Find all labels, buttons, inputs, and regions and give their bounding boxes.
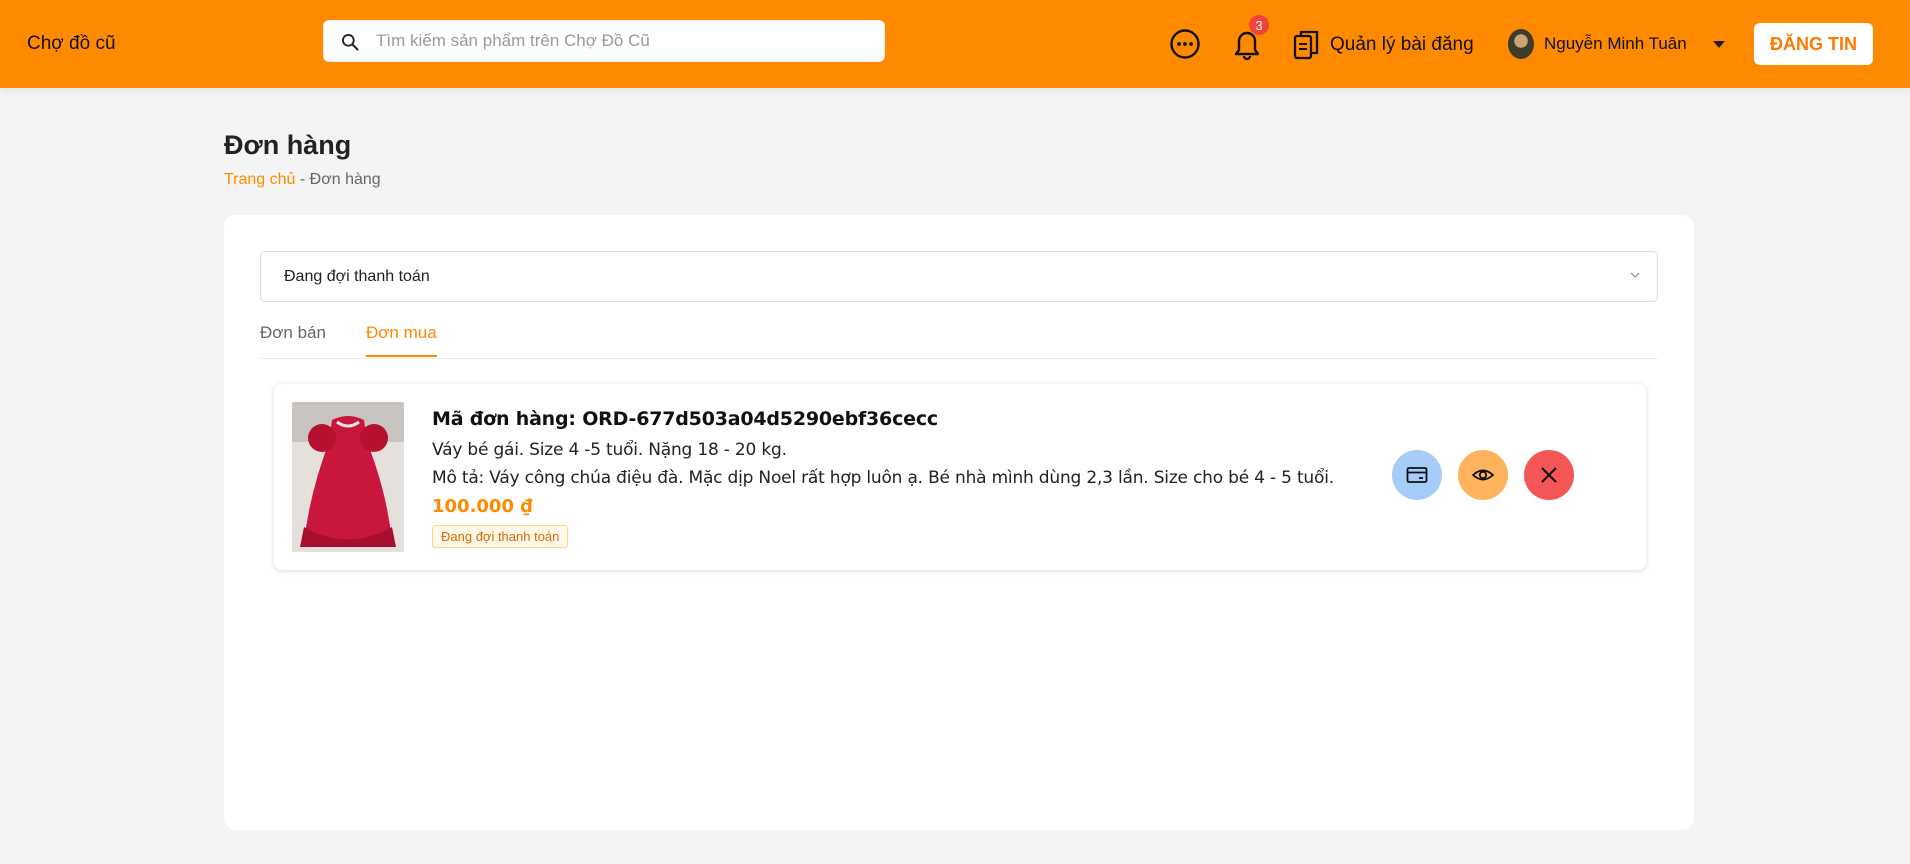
manage-posts-link[interactable]: Quản lý bài đăng (1292, 28, 1474, 62)
order-info: Mã đơn hàng: ORD-677d503a04d5290ebf36cec… (432, 408, 1334, 548)
eye-icon (1471, 469, 1495, 481)
user-name: Nguyễn Minh Tuân (1544, 34, 1687, 53)
page-title: Đơn hàng (224, 130, 352, 160)
product-image (292, 402, 404, 552)
pay-button[interactable] (1392, 450, 1442, 500)
order-title: Váy bé gái. Size 4 -5 tuổi. Nặng 18 - 20… (432, 440, 787, 460)
top-header: Chợ đồ cũ 3 Quản lý bài đăng Nguyễn Minh… (0, 0, 1910, 88)
close-icon (1541, 467, 1557, 483)
status-filter-select[interactable]: Đang đợi thanh toán (260, 251, 1658, 302)
status-filter-value: Đang đợi thanh toán (284, 268, 430, 285)
payment-icon (1406, 467, 1428, 483)
chevron-down-icon (1712, 40, 1725, 48)
order-price: 100.000 ₫ (432, 496, 533, 517)
chevron-down-icon (1630, 272, 1640, 278)
tab-sell-orders[interactable]: Đơn bán (260, 323, 326, 355)
cancel-order-button[interactable] (1524, 450, 1574, 500)
breadcrumb-home[interactable]: Trang chủ (224, 171, 295, 188)
tab-buy-orders[interactable]: Đơn mua (366, 323, 437, 357)
order-description: Mô tả: Váy công chúa điệu đà. Mặc dịp No… (432, 468, 1334, 488)
breadcrumb-current: Đơn hàng (309, 171, 381, 188)
user-menu[interactable]: Nguyễn Minh Tuân (1508, 27, 1725, 61)
notification-badge: 3 (1248, 14, 1270, 36)
search-icon (342, 34, 359, 51)
breadcrumb: Trang chủ - Đơn hàng (224, 171, 381, 189)
chat-icon[interactable] (1168, 27, 1202, 61)
search-input[interactable] (376, 21, 866, 61)
avatar (1508, 29, 1534, 59)
order-tabs: Đơn bán Đơn mua (260, 313, 1658, 359)
view-button[interactable] (1458, 450, 1508, 500)
clipboard-icon (1293, 30, 1319, 60)
order-item: Mã đơn hàng: ORD-677d503a04d5290ebf36cec… (274, 384, 1646, 570)
site-logo[interactable]: Chợ đồ cũ (27, 33, 116, 55)
search-bar (323, 20, 885, 62)
post-button[interactable]: ĐĂNG TIN (1754, 23, 1873, 65)
breadcrumb-separator: - (295, 171, 310, 188)
orders-panel: Đang đợi thanh toán Đơn bán Đơn mua Mã đ… (224, 215, 1694, 830)
status-badge: Đang đợi thanh toán (432, 525, 569, 548)
order-id: Mã đơn hàng: ORD-677d503a04d5290ebf36cec… (432, 408, 938, 430)
manage-posts-label: Quản lý bài đăng (1330, 34, 1474, 55)
